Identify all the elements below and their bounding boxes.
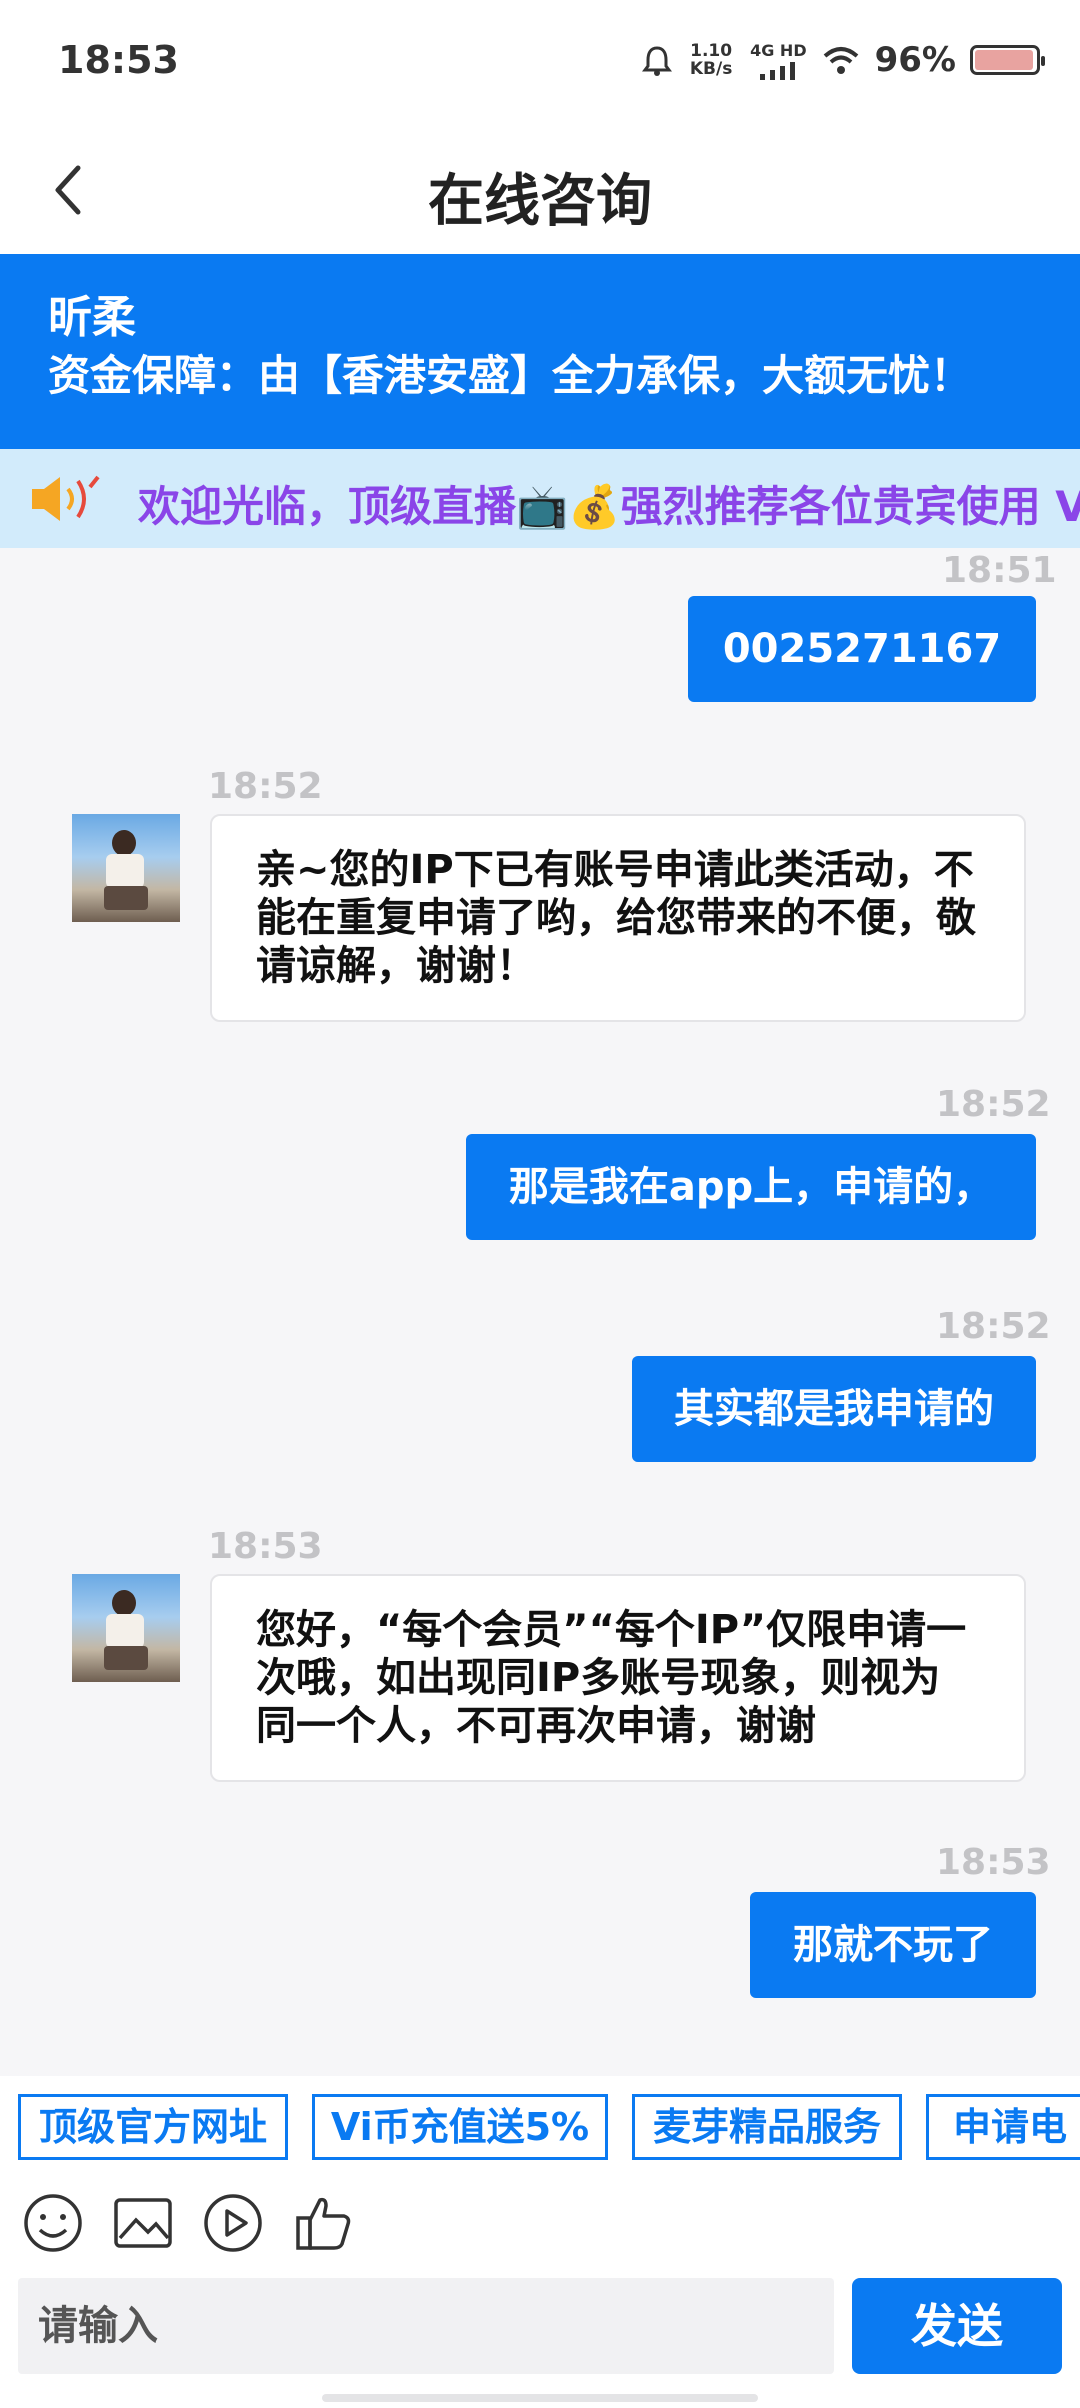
agent-avatar[interactable] [72, 1574, 180, 1682]
battery-percent: 96% [874, 40, 956, 80]
video-icon[interactable] [202, 2192, 264, 2254]
message-bubble-incoming[interactable]: 您好，“每个会员”“每个IP”仅限申请一次哦，如出现同IP多账号现象，则视为同一… [210, 1574, 1026, 1782]
battery-fill [975, 50, 1033, 70]
net-speed: 1.10 KB/s [689, 41, 733, 79]
message-bubble-outgoing[interactable]: 0025271167 [688, 596, 1036, 702]
agent-banner: 昕柔 资金保障：由【香港安盛】全力承保，大额无忧！ [0, 254, 1080, 449]
home-indicator[interactable] [322, 2394, 758, 2402]
wifi-icon [823, 47, 858, 74]
agent-avatar[interactable] [72, 814, 180, 922]
quick-reply-chip[interactable]: 麦芽精品服务 [632, 2094, 902, 2160]
message-timestamp: 18:53 [208, 1526, 323, 1567]
thumbs-up-icon[interactable] [292, 2192, 354, 2254]
message-bubble-incoming[interactable]: 亲~您的IP下已有账号申请此类活动，不能在重复申请了哟，给您带来的不便，敬请谅解… [210, 814, 1026, 1022]
nav-bar: 在线咨询 [0, 128, 1080, 254]
message-timestamp: 18:52 [936, 1306, 1051, 1347]
message-timestamp: 18:52 [208, 766, 323, 807]
page-title: 在线咨询 [428, 169, 652, 234]
message-bubble-outgoing[interactable]: 那是我在app上，申请的， [466, 1134, 1036, 1240]
message-timestamp: 18:52 [936, 1084, 1051, 1125]
alarm-icon [642, 46, 673, 76]
chat-messages[interactable]: 18:51 0025271167 18:52 亲~您的IP下已有账号申请此类活动… [0, 548, 1080, 2076]
quick-reply-chip[interactable]: Vi币充值送5% [312, 2094, 608, 2160]
emoji-icon[interactable] [22, 2192, 84, 2254]
signal-icon [760, 61, 796, 80]
message-bubble-outgoing[interactable]: 那就不玩了 [750, 1892, 1036, 1998]
quick-reply-chip[interactable]: 顶级官方网址 [18, 2094, 288, 2160]
message-input-bar: 发送 [0, 2274, 1080, 2408]
message-input[interactable] [18, 2278, 834, 2374]
speaker-icon [32, 475, 100, 521]
quick-reply-chip[interactable]: 申请电 [926, 2094, 1080, 2160]
agent-name: 昕柔 [48, 292, 136, 343]
marquee-text: 欢迎光临，顶级直播📺💰强烈推荐各位贵宾使用 Vi币 [138, 482, 1080, 531]
network-type: 4G HD [750, 40, 807, 60]
message-bubble-outgoing[interactable]: 其实都是我申请的 [632, 1356, 1036, 1462]
status-time: 18:53 [58, 38, 179, 82]
status-icons: 1.10 KB/s 4G HD 96% [642, 40, 1045, 80]
status-bar: 18:53 1.10 KB/s 4G HD 96% [0, 0, 1080, 128]
guarantee-notice: 资金保障：由【香港安盛】全力承保，大额无忧！ [48, 351, 973, 400]
image-icon[interactable] [112, 2192, 174, 2254]
announcement-marquee[interactable]: 欢迎光临，顶级直播📺💰强烈推荐各位贵宾使用 Vi币 [0, 449, 1080, 548]
send-button[interactable]: 发送 [852, 2278, 1062, 2374]
message-timestamp: 18:53 [936, 1842, 1051, 1883]
quick-reply-bar: 顶级官方网址 Vi币充值送5% 麦芽精品服务 申请电 [0, 2076, 1080, 2174]
input-toolbar [0, 2174, 1080, 2274]
battery-icon [970, 45, 1045, 75]
message-timestamp: 18:51 [942, 550, 1057, 591]
